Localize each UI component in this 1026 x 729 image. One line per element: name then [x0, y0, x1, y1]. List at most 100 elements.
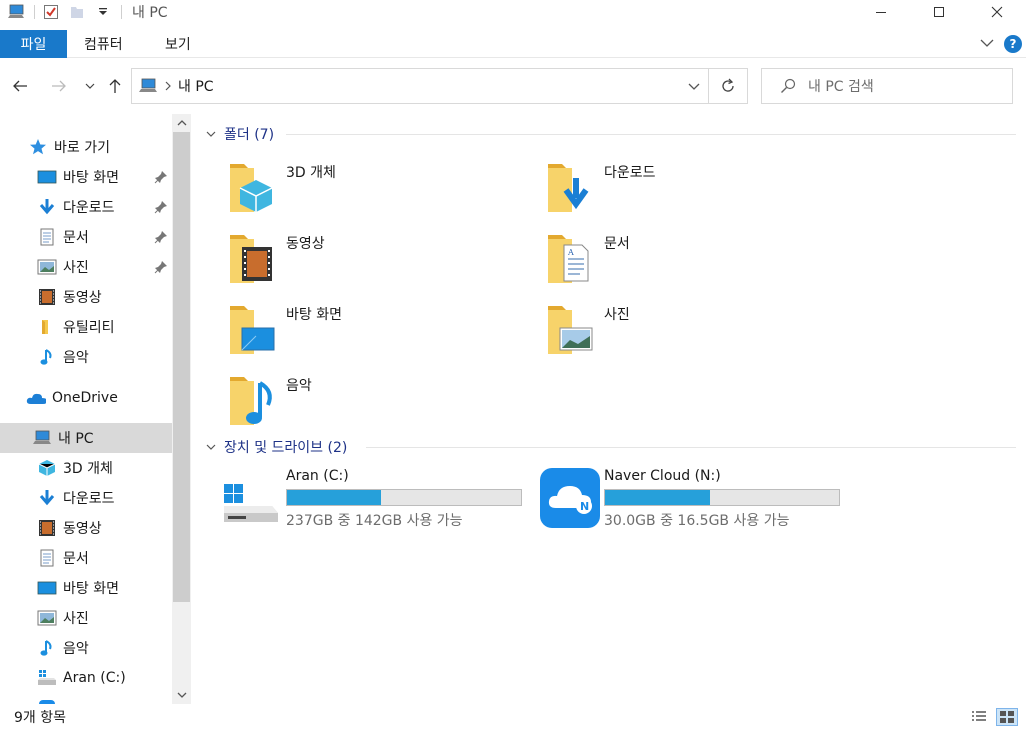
sidebar-item-music[interactable]: 음악 [0, 342, 172, 372]
folders-group-header[interactable]: 폴더 (7) [206, 123, 1016, 145]
navigation-pane: 바로 가기 바탕 화면 다운로드 문서 사진 동영상 유틸리티 음악 OneDr… [0, 114, 192, 704]
new-folder-icon[interactable] [67, 2, 87, 22]
drives-group-header[interactable]: 장치 및 드라이브 (2) [206, 436, 1016, 458]
svg-text:A: A [567, 248, 574, 257]
sidebar-item-utilities[interactable]: 유틸리티 [0, 312, 172, 342]
picture-icon [37, 257, 57, 277]
sidebar-item-quick-access[interactable]: 바로 가기 [0, 132, 172, 162]
recent-locations-button[interactable] [80, 76, 100, 96]
drive-free-space: 30.0GB 중 16.5GB 사용 가능 [604, 513, 790, 529]
document-icon: A [548, 235, 589, 283]
drive-usage-bar [604, 489, 840, 506]
folder-pictures[interactable]: 사진 [510, 298, 810, 360]
sidebar-item-pc-videos[interactable]: 동영상 [0, 513, 172, 543]
music-icon [37, 638, 57, 658]
close-button[interactable] [968, 0, 1026, 24]
chevron-down-icon[interactable] [206, 130, 216, 138]
folder-3d-objects[interactable]: 3D 개체 [192, 156, 492, 218]
sidebar-item-videos[interactable]: 동영상 [0, 282, 172, 312]
folder-desktop[interactable]: 바탕 화면 [192, 298, 492, 360]
sidebar-item-3d-objects[interactable]: 3D 개체 [0, 453, 172, 483]
sidebar-item-pictures[interactable]: 사진 [0, 252, 172, 282]
video-icon [37, 518, 57, 538]
drive-usage-fill [605, 490, 711, 505]
customize-dropdown-icon[interactable] [93, 2, 113, 22]
drive-name: Aran (C:) [286, 468, 349, 484]
chevron-right-icon[interactable] [164, 81, 172, 91]
status-bar: 9개 항목 [0, 704, 1026, 729]
content-pane: 폴더 (7) 3D 개체 다운로드 동영상 A 문서 바탕 화면 사진 음악 장… [192, 114, 1026, 704]
sidebar-item-desktop[interactable]: 바탕 화면 [0, 162, 172, 192]
drive-free-space: 237GB 중 142GB 사용 가능 [286, 513, 463, 529]
folder-music[interactable]: 음악 [192, 369, 492, 431]
this-pc-icon [138, 78, 158, 94]
music-icon [37, 347, 57, 367]
sidebar-item-documents[interactable]: 문서 [0, 222, 172, 252]
scroll-up-icon[interactable] [172, 114, 191, 132]
details-view-button[interactable] [968, 708, 990, 726]
refresh-button[interactable] [708, 68, 748, 104]
large-icons-view-button[interactable] [996, 708, 1018, 726]
expand-ribbon-icon[interactable] [980, 36, 994, 52]
chevron-down-icon[interactable] [206, 443, 216, 451]
this-pc-icon [32, 428, 52, 448]
sidebar-item-downloads[interactable]: 다운로드 [0, 192, 172, 222]
drive-name: Naver Cloud (N:) [604, 468, 721, 484]
properties-icon[interactable] [41, 2, 61, 22]
sidebar-item-pc-documents[interactable]: 문서 [0, 543, 172, 573]
title-bar: 내 PC [0, 0, 1026, 24]
scroll-down-icon[interactable] [172, 686, 191, 704]
star-icon [28, 137, 48, 157]
tab-file[interactable]: 파일 [0, 30, 67, 58]
cube-icon [37, 458, 57, 478]
download-icon [37, 197, 57, 217]
music-icon [230, 377, 272, 425]
pin-icon[interactable] [154, 230, 168, 248]
tab-computer[interactable]: 컴퓨터 [84, 30, 123, 58]
search-icon [780, 78, 796, 94]
tab-view[interactable]: 보기 [165, 30, 191, 58]
sidebar-item-pc-music[interactable]: 음악 [0, 633, 172, 663]
download-icon [37, 488, 57, 508]
pin-icon[interactable] [154, 170, 168, 188]
drive-c[interactable]: Aran (C:) 237GB 중 142GB 사용 가능 [222, 468, 532, 532]
window-controls [852, 0, 1026, 24]
drive-naver-cloud[interactable]: N Naver Cloud (N:) 30.0GB 중 16.5GB 사용 가능 [540, 468, 850, 532]
sidebar-item-pc-downloads[interactable]: 다운로드 [0, 483, 172, 513]
address-bar[interactable]: 내 PC [131, 68, 709, 104]
forward-button[interactable] [49, 76, 69, 96]
sidebar-item-pc-pictures[interactable]: 사진 [0, 603, 172, 633]
folder-documents[interactable]: A 문서 [510, 227, 810, 289]
back-button[interactable] [10, 76, 30, 96]
download-icon [548, 164, 589, 212]
address-text: 내 PC [178, 79, 214, 95]
sidebar-item-onedrive[interactable]: OneDrive [0, 383, 172, 413]
scrollbar-thumb[interactable] [173, 132, 190, 602]
maximize-button[interactable] [910, 0, 968, 24]
drive-icon [37, 668, 57, 688]
pin-icon[interactable] [154, 260, 168, 278]
document-icon [37, 227, 57, 247]
sidebar-item-drive-c[interactable]: Aran (C:) [0, 663, 172, 693]
folder-videos[interactable]: 동영상 [192, 227, 492, 289]
search-input[interactable]: 내 PC 검색 [761, 68, 1013, 104]
sidebar-item-pc-desktop[interactable]: 바탕 화면 [0, 573, 172, 603]
minimize-button[interactable] [852, 0, 910, 24]
pin-icon[interactable] [154, 200, 168, 218]
windows-drive-icon [224, 484, 278, 522]
folder-downloads[interactable]: 다운로드 [510, 156, 810, 218]
navigation-bar: 내 PC 내 PC 검색 [0, 66, 1026, 106]
sidebar-item-this-pc[interactable]: 내 PC [0, 423, 172, 453]
picture-icon [37, 608, 57, 628]
window-title: 내 PC [132, 5, 168, 21]
address-dropdown-icon[interactable] [688, 79, 700, 95]
sidebar-item-naver-cloud[interactable] [0, 693, 172, 704]
sidebar-scrollbar[interactable] [172, 114, 191, 704]
help-icon[interactable]: ? [1004, 35, 1022, 53]
desktop-icon [37, 167, 57, 187]
drive-usage-bar [286, 489, 522, 506]
quick-access-toolbar: 내 PC [0, 0, 168, 24]
search-placeholder: 내 PC 검색 [808, 79, 874, 95]
up-button[interactable] [105, 76, 125, 96]
desktop-icon [37, 578, 57, 598]
